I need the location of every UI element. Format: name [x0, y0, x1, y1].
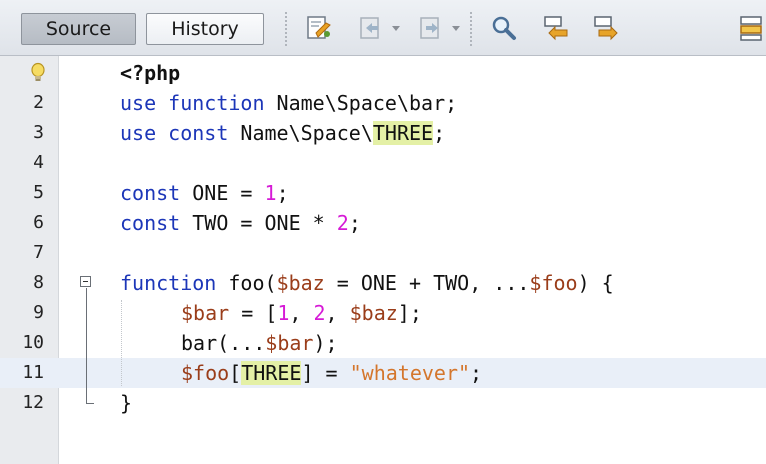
fold-guide-end: [86, 403, 94, 404]
line-number: 6: [33, 212, 44, 233]
code-line-11-current[interactable]: 11 $foo[THREE] = "whatever";: [0, 358, 766, 388]
indent-guide: [121, 300, 122, 386]
line-number: 12: [22, 392, 44, 413]
code-line-8[interactable]: 8 function foo($baz = ONE + TWO, ...$foo…: [0, 268, 766, 298]
code-text: const TWO = ONE * 2;: [120, 211, 361, 235]
line-number: 9: [33, 302, 44, 323]
code-line-1[interactable]: <?php: [0, 58, 766, 88]
code-line-4[interactable]: 4: [0, 148, 766, 178]
forward-dropdown-icon[interactable]: [452, 26, 460, 31]
line-number: 5: [33, 182, 44, 203]
code-line-3[interactable]: 3 use const Name\Space\THREE;: [0, 118, 766, 148]
code-line-5[interactable]: 5 const ONE = 1;: [0, 178, 766, 208]
back-dropdown-icon[interactable]: [392, 26, 400, 31]
fold-collapse-icon[interactable]: [80, 276, 91, 287]
line-number: 2: [33, 92, 44, 113]
code-text: $bar = [1, 2, $baz];: [181, 301, 422, 325]
code-text: <?php: [120, 61, 181, 85]
lightbulb-hint-icon[interactable]: [30, 62, 46, 84]
editor-toolbar: Source History: [0, 0, 766, 56]
code-text: }: [120, 391, 133, 415]
line-number: 3: [33, 122, 44, 143]
line-number: 8: [33, 272, 44, 293]
code-editor[interactable]: <?php 2 use function Name\Space\bar; 3 u…: [0, 56, 766, 464]
line-number: 7: [33, 242, 44, 263]
code-text: const ONE = 1;: [120, 181, 289, 205]
back-icon[interactable]: [352, 10, 390, 46]
line-number: 11: [22, 362, 44, 383]
code-line-2[interactable]: 2 use function Name\Space\bar;: [0, 88, 766, 118]
toolbar-separator: [470, 12, 472, 46]
code-text: $foo[THREE] = "whatever";: [181, 361, 483, 385]
toggle-highlight-icon[interactable]: [738, 10, 766, 46]
code-line-12[interactable]: 12 }: [0, 388, 766, 418]
code-line-10[interactable]: 10 bar(...$bar);: [0, 328, 766, 358]
find-previous-icon[interactable]: [538, 10, 576, 46]
code-text: function foo($baz = ONE + TWO, ...$foo) …: [120, 271, 614, 295]
code-text: bar(...$bar);: [181, 331, 338, 355]
code-text: use function Name\Space\bar;: [120, 91, 458, 115]
toolbar-separator: [285, 12, 287, 46]
line-number: 10: [22, 332, 44, 353]
code-line-6[interactable]: 6 const TWO = ONE * 2;: [0, 208, 766, 238]
tab-source[interactable]: Source: [21, 13, 136, 45]
code-line-9[interactable]: 9 $bar = [1, 2, $baz];: [0, 298, 766, 328]
forward-icon[interactable]: [412, 10, 450, 46]
tab-history[interactable]: History: [146, 13, 264, 45]
fold-guide-line: [86, 288, 87, 403]
code-line-7[interactable]: 7: [0, 238, 766, 268]
last-edit-icon[interactable]: [300, 10, 338, 46]
line-number: 4: [33, 152, 44, 173]
highlighted-occurrence: THREE: [372, 121, 434, 145]
find-next-icon[interactable]: [588, 10, 626, 46]
find-selection-icon[interactable]: [485, 10, 523, 46]
highlighted-occurrence: THREE: [241, 361, 302, 385]
code-text: use const Name\Space\THREE;: [120, 121, 446, 145]
